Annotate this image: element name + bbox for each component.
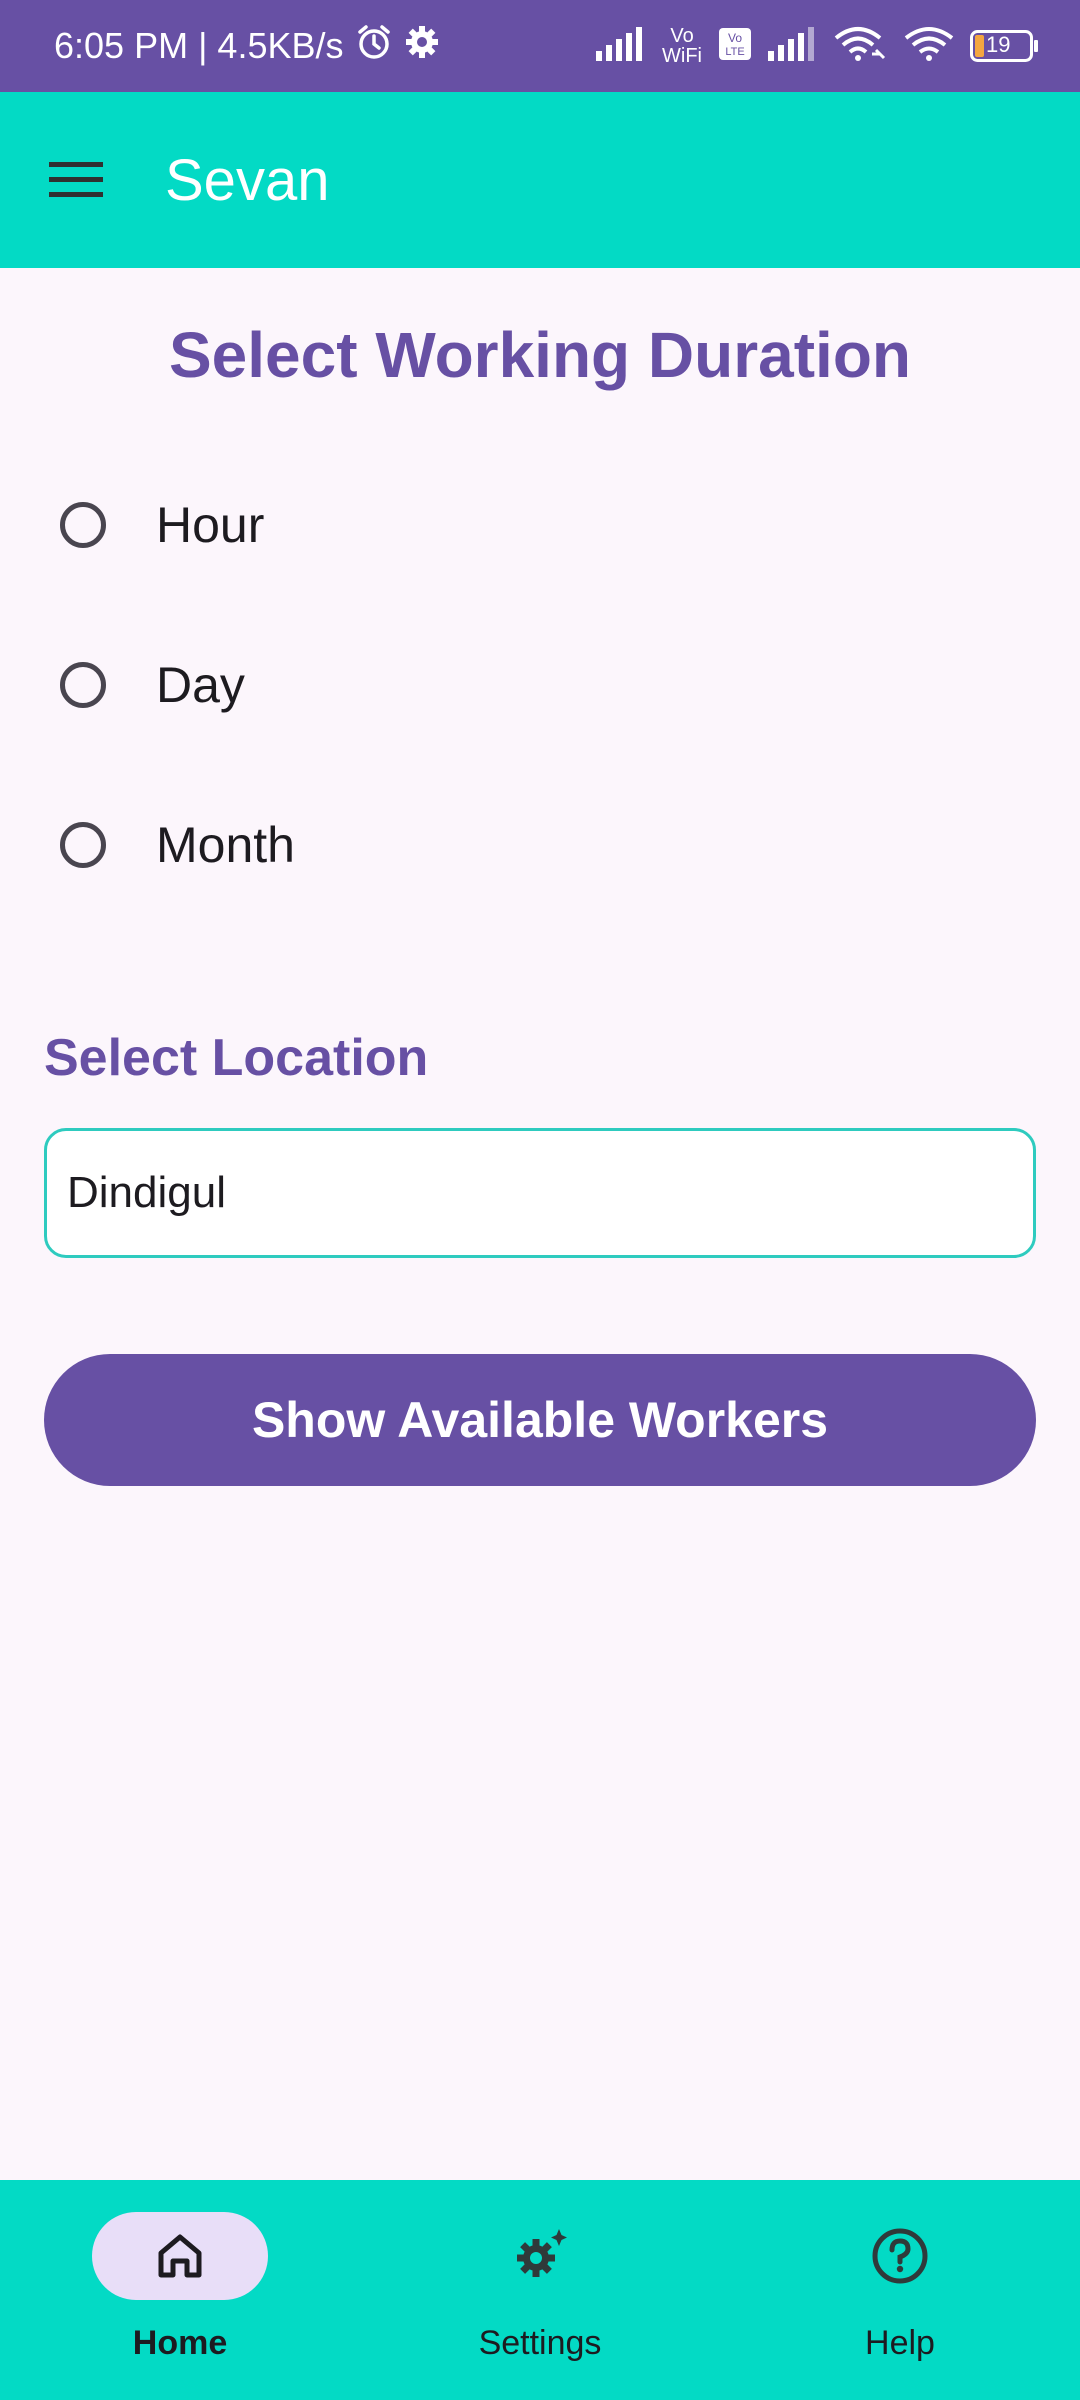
location-input[interactable]: [44, 1128, 1036, 1258]
volte-icon: Vo LTE: [718, 27, 752, 66]
wifi-link-icon: [834, 24, 888, 69]
radio-label: Hour: [156, 497, 265, 553]
signal-icon: [596, 26, 646, 66]
nav-active-indicator: [92, 2212, 268, 2300]
alarm-icon: [354, 22, 394, 71]
radio-button[interactable]: [60, 822, 106, 868]
settings-icon: [404, 24, 440, 69]
nav-label: Help: [865, 2324, 935, 2362]
status-left: 6:05 PM | 4.5KB/s: [54, 0, 440, 92]
battery-icon: 19: [970, 30, 1040, 62]
radio-label: Month: [156, 817, 295, 873]
radio-option-hour[interactable]: Hour: [40, 470, 640, 580]
svg-text:LTE: LTE: [725, 46, 744, 58]
hamburger-icon: [49, 162, 103, 197]
menu-button[interactable]: [28, 138, 124, 222]
radio-option-month[interactable]: Month: [40, 790, 640, 900]
app-title: Sevan: [165, 147, 330, 213]
signal-icon: [768, 26, 818, 66]
nav-item-settings[interactable]: Settings: [390, 2180, 690, 2400]
nav-item-home[interactable]: Home: [30, 2180, 330, 2400]
radio-button[interactable]: [60, 662, 106, 708]
wifi-icon: [904, 24, 954, 69]
radio-button[interactable]: [60, 502, 106, 548]
radio-option-day[interactable]: Day: [40, 630, 640, 740]
nav-icon-container: [452, 2212, 628, 2300]
app-bar: Sevan: [0, 92, 1080, 268]
nav-label: Settings: [478, 2324, 602, 2362]
show-available-workers-button[interactable]: Show Available Workers: [44, 1354, 1036, 1486]
location-title: Select Location: [44, 1029, 429, 1087]
nav-item-help[interactable]: Help: [750, 2180, 1050, 2400]
battery-level: 19: [986, 32, 1011, 57]
settings-sparkle-icon: [517, 2229, 567, 2277]
vowifi-icon: Vo WiFi: [662, 25, 702, 67]
radio-label: Day: [156, 657, 245, 713]
svg-text:Vo: Vo: [728, 31, 742, 45]
duration-title: Select Working Duration: [168, 319, 912, 391]
status-bar: 6:05 PM | 4.5KB/s Vo WiFi Vo LTE 19: [0, 0, 1080, 92]
status-time: 6:05 PM | 4.5KB/s: [54, 25, 344, 66]
nav-label: Home: [132, 2324, 228, 2362]
home-icon: [158, 2234, 202, 2278]
help-icon: [872, 2228, 928, 2284]
status-right: Vo WiFi Vo LTE 19: [596, 0, 1040, 92]
nav-icon-container: [812, 2212, 988, 2300]
bottom-nav: Home Settings Help: [0, 2180, 1080, 2400]
